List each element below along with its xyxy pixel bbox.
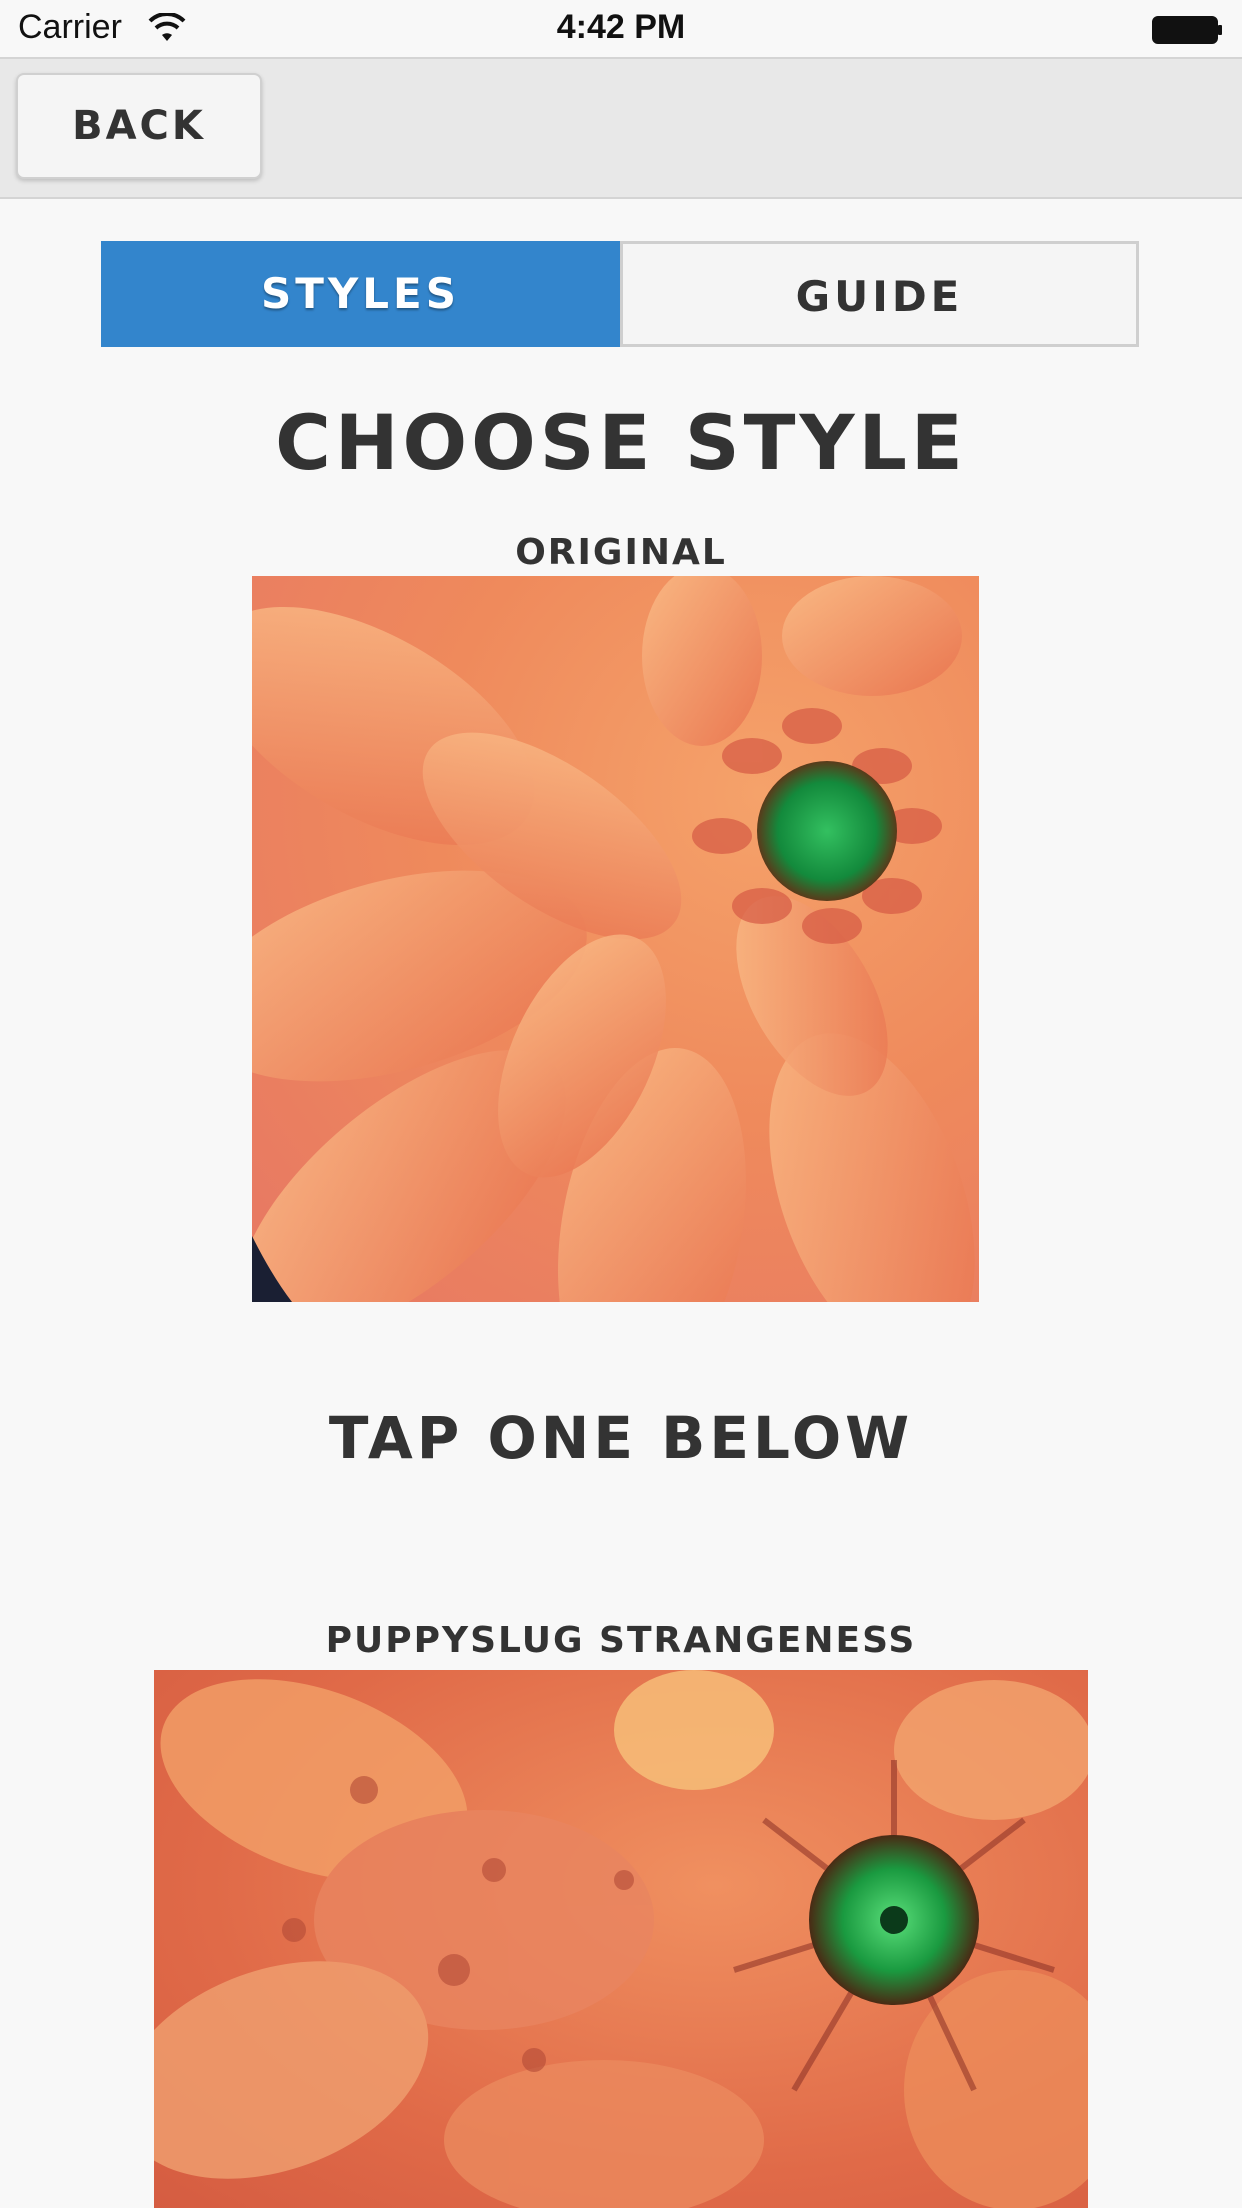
original-label: ORIGINAL bbox=[515, 532, 727, 573]
original-image bbox=[252, 576, 979, 1302]
battery-icon bbox=[1152, 15, 1224, 45]
page-title: CHOOSE STYLE bbox=[275, 398, 967, 487]
instruction-text: TAP ONE BELOW bbox=[328, 1404, 914, 1472]
segmented-control: STYLES GUIDE bbox=[101, 241, 1139, 347]
style-label-puppyslug: PUPPYSLUG STRANGENESS bbox=[325, 1620, 917, 1661]
navigation-bar: BACK bbox=[0, 57, 1242, 199]
style-option-puppyslug[interactable] bbox=[154, 1670, 1088, 2208]
status-time: 4:42 PM bbox=[556, 8, 686, 46]
tab-guide[interactable]: GUIDE bbox=[620, 241, 1139, 347]
tab-styles[interactable]: STYLES bbox=[101, 241, 620, 347]
back-button[interactable]: BACK bbox=[16, 73, 262, 179]
status-bar: Carrier 4:42 PM bbox=[0, 0, 1242, 60]
